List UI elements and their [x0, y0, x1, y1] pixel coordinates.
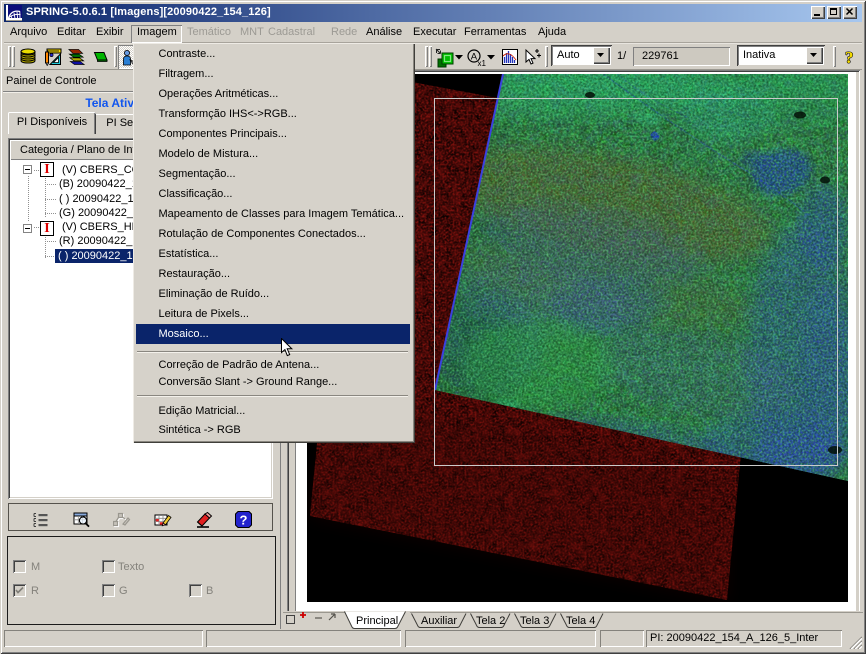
- svg-text:?: ?: [845, 48, 854, 66]
- svg-text:Principal: Principal: [356, 615, 398, 627]
- svg-text:Tela 2: Tela 2: [476, 615, 505, 627]
- svg-text:Auxiliar: Auxiliar: [421, 615, 457, 627]
- svg-text:Tela 4: Tela 4: [566, 615, 595, 627]
- svg-text:Tela 3: Tela 3: [520, 615, 549, 627]
- svg-text:?: ?: [240, 513, 248, 528]
